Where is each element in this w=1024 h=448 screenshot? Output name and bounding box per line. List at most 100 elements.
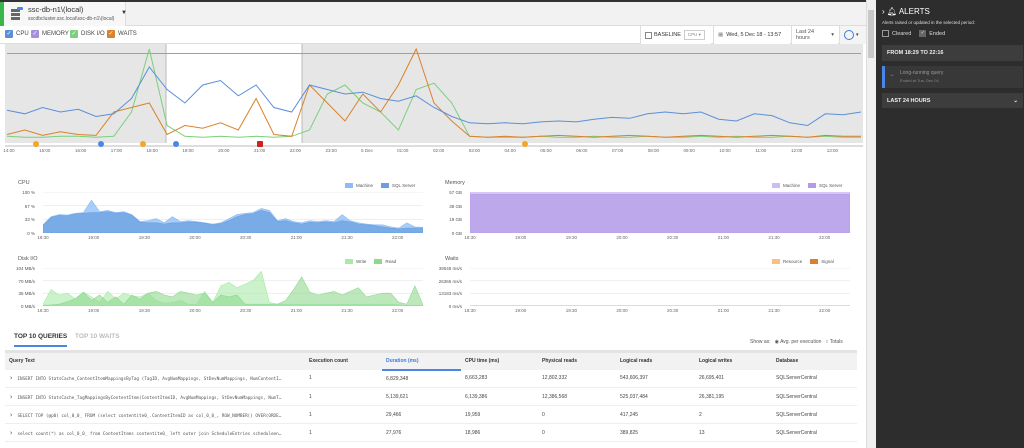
- radio-totals[interactable]: ○ Totals: [825, 339, 842, 345]
- date-picker[interactable]: ▦ Wed, 5 Dec 18 - 13:57: [713, 26, 790, 44]
- legend-item[interactable]: SQL Server: [381, 183, 415, 188]
- range-select[interactable]: Last 24 hours ▾: [791, 26, 838, 44]
- chevron-down-icon[interactable]: ▼: [121, 10, 127, 16]
- legend-item[interactable]: SQL Server: [808, 183, 842, 188]
- table-cell: SQLServerCentral: [772, 369, 857, 388]
- chart-plot-disk[interactable]: [43, 268, 423, 306]
- column-header[interactable]: Logical reads: [616, 350, 695, 370]
- scrollbar-thumb[interactable]: [868, 10, 874, 58]
- column-header[interactable]: Logical writes: [695, 350, 772, 370]
- event-marker-icon[interactable]: [256, 141, 263, 147]
- alerts-header[interactable]: › 🔔︎ ALERTS: [882, 7, 930, 16]
- area-series-sql-server: [470, 193, 850, 233]
- alerts-range-label: LAST 24 HOURS: [887, 97, 931, 104]
- legend-item[interactable]: Write: [345, 259, 366, 264]
- table-cell: 18,986: [461, 423, 538, 442]
- legend-swatch: [345, 259, 353, 264]
- server-selector[interactable]: ssc-db-n1\(local) sscdbcluster.ssc.local…: [0, 2, 127, 27]
- checkbox-checked-icon[interactable]: ✓: [70, 30, 78, 38]
- refresh-button[interactable]: ▾: [839, 26, 866, 44]
- toggle-waits[interactable]: ✓ WAITS: [107, 30, 137, 38]
- x-tick: 18:30: [37, 235, 49, 240]
- column-header[interactable]: CPU time (ms): [461, 350, 538, 370]
- alert-detail: Ended at Tue, Dec 04: [900, 78, 939, 83]
- timeline-tick: 02:00: [432, 148, 445, 153]
- alerts-period: FROM 18:29 TO 22:16: [882, 45, 1023, 61]
- overview-chart[interactable]: [5, 44, 863, 143]
- toggle-label: CPU: [16, 31, 29, 37]
- x-tick: 20:30: [667, 308, 679, 313]
- legend-item[interactable]: Resource: [772, 259, 802, 264]
- checkbox-checked-icon[interactable]: ✓: [107, 30, 115, 38]
- y-tick: 100 %: [22, 190, 35, 195]
- timeline-tick: 21:00: [253, 148, 266, 153]
- baseline-metric-select[interactable]: CPU ▾: [683, 30, 705, 40]
- tab-top-queries[interactable]: TOP 10 QUERIES: [14, 333, 68, 347]
- legend-item[interactable]: Machine: [345, 183, 373, 188]
- toggle-cpu[interactable]: ✓ CPU: [5, 30, 29, 38]
- x-tick: 22:00: [392, 308, 404, 313]
- query-text-cell: › select count(*) as col_0_0_ from Conte…: [5, 423, 305, 442]
- column-header[interactable]: Duration (ms): [382, 350, 461, 371]
- y-tick: 0 GB: [451, 231, 462, 236]
- legend-swatch: [381, 183, 390, 188]
- radio-avg[interactable]: ◉ Avg. per execution: [775, 339, 822, 345]
- y-tick: 13183 ms/s: [438, 291, 462, 297]
- bell-icon: 🔔︎: [886, 7, 898, 16]
- alerts-range-select[interactable]: LAST 24 HOURS ⌄: [882, 93, 1023, 108]
- column-header[interactable]: Execution count: [305, 350, 382, 370]
- table-cell: 5,139,621: [382, 387, 461, 406]
- timeline-tick: 14:00: [3, 148, 15, 153]
- timeline-tick: 11:00: [755, 148, 767, 153]
- vertical-scrollbar[interactable]: [866, 0, 876, 448]
- chart-plot-cpu[interactable]: [43, 192, 423, 233]
- chevron-right-icon[interactable]: ›: [882, 7, 885, 16]
- table-row[interactable]: › INSERT INTO StatsCache_TagMappingsByCo…: [5, 387, 857, 406]
- tab-bar: TOP 10 QUERIES TOP 10 WAITS: [14, 333, 120, 347]
- baseline-metric-value: CPU: [687, 32, 698, 37]
- chart-plot-memory[interactable]: [470, 192, 850, 233]
- legend-swatch: [772, 183, 780, 188]
- toggle-memory[interactable]: ✓ MEMORY: [31, 30, 69, 38]
- x-tick: 20:30: [240, 235, 252, 240]
- y-tick: 38 GB: [449, 203, 462, 209]
- checkbox-icon[interactable]: [645, 31, 652, 39]
- y-tick: 70 MB/s: [18, 278, 35, 284]
- y-tick: 39548 ms/s: [438, 266, 462, 271]
- chart-plot-waits[interactable]: [470, 268, 850, 306]
- chart-title-disk: Disk I/O: [18, 256, 38, 262]
- legend-item[interactable]: Machine: [772, 183, 800, 188]
- x-tick: 20:30: [240, 308, 252, 313]
- column-header[interactable]: Query Text: [5, 350, 305, 370]
- tab-top-waits[interactable]: TOP 10 WAITS: [75, 333, 120, 340]
- table-row[interactable]: › select count(*) as col_0_0_ from Conte…: [5, 423, 857, 442]
- timeline-tick: 13:00: [826, 148, 839, 153]
- legend-label: Resource: [783, 259, 803, 264]
- timeline-tick: 19:00: [182, 148, 194, 153]
- event-marker-icon[interactable]: [32, 141, 39, 147]
- alert-title: Long-running query: [900, 70, 944, 76]
- table-row[interactable]: › INSERT INTO StatsCache_ContentItemMapp…: [5, 369, 857, 388]
- timeline-tick: 12:00: [790, 148, 803, 153]
- baseline-toggle[interactable]: BASELINE CPU ▾: [640, 26, 711, 44]
- table-cell: 543,606,397: [616, 369, 695, 388]
- query-text: select count(*) as col_0_0_ from Content…: [17, 431, 282, 437]
- legend-item[interactable]: Read: [374, 259, 396, 264]
- checkbox-checked-icon[interactable]: ✓: [5, 30, 13, 38]
- cleared-checkbox[interactable]: [882, 30, 889, 37]
- column-header[interactable]: Physical reads: [538, 350, 616, 370]
- checkbox-checked-icon[interactable]: ✓: [31, 30, 39, 38]
- ended-checkbox[interactable]: ✓: [919, 30, 927, 37]
- legend-item[interactable]: Signal: [810, 259, 834, 264]
- x-tick: 18:30: [464, 235, 476, 240]
- ended-label: Ended: [929, 30, 946, 37]
- y-tick: 0 MB/s: [20, 304, 35, 309]
- alert-item[interactable]: − Long-running query Ended at Tue, Dec 0…: [882, 66, 1023, 88]
- x-tick: 19:00: [88, 235, 100, 240]
- toggle-disk-io[interactable]: ✓ DISK I/O: [70, 30, 105, 38]
- table-row[interactable]: › SELECT TOP (@p0) col_0_0_ FROM (select…: [5, 405, 857, 424]
- legend-swatch: [772, 259, 780, 264]
- column-header[interactable]: Database: [772, 350, 857, 370]
- timeline-tick: 04:00: [504, 148, 516, 153]
- calendar-icon: ▦: [718, 32, 724, 38]
